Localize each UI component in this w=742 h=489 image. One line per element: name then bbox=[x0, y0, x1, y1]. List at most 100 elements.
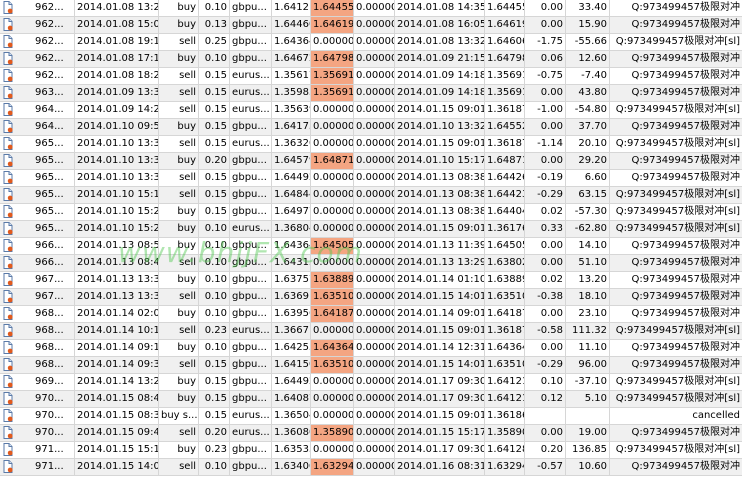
cell-type: buy s... bbox=[159, 408, 199, 424]
cell-symbol: eurus... bbox=[230, 221, 272, 237]
table-row[interactable]: 968... 2014.01.14 09:15 buy 0.10 gbpu... 1.64… bbox=[0, 340, 742, 357]
table-row[interactable]: 971... 2014.01.15 14:04 sell 0.10 gbpu... 1.6… bbox=[0, 459, 742, 476]
table-row[interactable]: 970... 2014.01.15 08:46 buy 0.15 gbpu... 1.64… bbox=[0, 391, 742, 408]
cell-sl: 0.00000 bbox=[311, 374, 354, 390]
cell-profit: -55.66 bbox=[566, 34, 610, 50]
cell-profit: 23.10 bbox=[566, 306, 610, 322]
cell-type: buy bbox=[159, 204, 199, 220]
cell-tp: 0.00000 bbox=[354, 255, 395, 271]
table-row[interactable]: 970... 2014.01.15 09:42 sell 0.20 eurus... 1.… bbox=[0, 425, 742, 442]
cell-size: 0.10 bbox=[199, 306, 230, 322]
table-row[interactable]: 969... 2014.01.14 13:22 buy 0.15 gbpu... 1.64… bbox=[0, 374, 742, 391]
document-icon bbox=[0, 459, 15, 475]
cell-size: 0.25 bbox=[199, 34, 230, 50]
cell-symbol: gbpu... bbox=[230, 374, 272, 390]
cell-profit: 111.32 bbox=[566, 323, 610, 339]
cell-close-price: 1.64455 bbox=[485, 0, 525, 16]
document-icon bbox=[0, 374, 15, 390]
table-row[interactable]: 965... 2014.01.10 13:32 sell 0.15 eurus... 1.… bbox=[0, 136, 742, 153]
cell-sl: 1.64798 bbox=[311, 51, 354, 67]
document-icon bbox=[0, 408, 15, 424]
cell-symbol: gbpu... bbox=[230, 238, 272, 254]
table-row[interactable]: 968... 2014.01.14 09:30 sell 0.15 gbpu... 1.6… bbox=[0, 357, 742, 374]
cell-open-time: 2014.01.15 08:35 bbox=[75, 408, 159, 424]
table-row[interactable]: 962... 2014.01.08 13:23 buy 0.10 gbpu... 1.64… bbox=[0, 0, 742, 17]
cell-commission: 0.00 bbox=[525, 119, 566, 135]
table-row[interactable]: 962... 2014.01.08 18:20 sell 0.15 eurus... 1.… bbox=[0, 68, 742, 85]
cell-type: sell bbox=[159, 459, 199, 475]
table-row[interactable]: 966... 2014.01.13 08:58 buy 0.10 gbpu... 1.64… bbox=[0, 238, 742, 255]
table-row[interactable]: 967... 2014.01.13 13:30 sell 0.10 gbpu... 1.6… bbox=[0, 289, 742, 306]
cell-size: 0.10 bbox=[199, 221, 230, 237]
cell-close-time: 2014.01.16 08:31 bbox=[395, 459, 485, 475]
cell-ticket: 966... bbox=[15, 255, 75, 271]
table-row[interactable]: 963... 2014.01.09 13:35 sell 0.15 eurus... 1.… bbox=[0, 85, 742, 102]
table-row[interactable]: 965... 2014.01.10 15:18 sell 0.15 gbpu... 1.6… bbox=[0, 187, 742, 204]
table-row[interactable]: 965... 2014.01.10 15:25 buy 0.15 gbpu... 1.64… bbox=[0, 204, 742, 221]
table-row[interactable]: 965... 2014.01.10 13:33 sell 0.15 gbpu... 1.6… bbox=[0, 170, 742, 187]
cell-size: 0.15 bbox=[199, 85, 230, 101]
table-row[interactable]: 970... 2014.01.15 08:35 buy s... 0.15 eurus.… bbox=[0, 408, 742, 425]
document-icon bbox=[0, 68, 15, 84]
table-row[interactable]: 968... 2014.01.14 02:00 buy 0.10 gbpu... 1.63… bbox=[0, 306, 742, 323]
cell-price: 1.63956 bbox=[272, 306, 311, 322]
cell-profit: 51.10 bbox=[566, 255, 610, 271]
cell-profit: 14.10 bbox=[566, 238, 610, 254]
document-icon bbox=[0, 17, 15, 33]
cell-sl: 0.00000 bbox=[311, 221, 354, 237]
cell-sl: 0.00000 bbox=[311, 119, 354, 135]
cell-size: 0.15 bbox=[199, 357, 230, 373]
cell-sl: 1.63510 bbox=[311, 357, 354, 373]
cell-profit: 18.10 bbox=[566, 289, 610, 305]
cell-profit: -62.80 bbox=[566, 221, 610, 237]
cell-comment: Q:973499457极限对冲[sl] bbox=[615, 189, 740, 200]
cell-price: 1.64977 bbox=[272, 204, 311, 220]
table-row[interactable]: 962... 2014.01.08 19:19 sell 0.25 gbpu... 1.6… bbox=[0, 34, 742, 51]
cell-comment: Q:973499457极限对冲 bbox=[631, 19, 740, 30]
table-row[interactable]: 964... 2014.01.09 14:27 sell 0.15 eurus... 1.… bbox=[0, 102, 742, 119]
table-row[interactable]: 964... 2014.01.10 09:57 buy 0.15 gbpu... 1.64… bbox=[0, 119, 742, 136]
cell-comment: Q:973499457极限对冲 bbox=[631, 461, 740, 472]
cell-price: 1.64175 bbox=[272, 119, 311, 135]
cell-close-price: 1.64121 bbox=[485, 374, 525, 390]
cell-commission: -0.29 bbox=[525, 357, 566, 373]
cell-open-time: 2014.01.10 13:33 bbox=[75, 170, 159, 186]
cell-sl: 1.64871 bbox=[311, 153, 354, 169]
document-icon bbox=[0, 170, 15, 186]
table-row[interactable]: 971... 2014.01.15 15:18 buy 0.23 gbpu... 1.63… bbox=[0, 442, 742, 459]
cell-sl: 0.00000 bbox=[311, 255, 354, 271]
cell-comment: Q:973499457极限对冲[sl] bbox=[615, 138, 740, 149]
cell-profit bbox=[566, 408, 610, 424]
cell-open-time: 2014.01.15 14:04 bbox=[75, 459, 159, 475]
table-row[interactable]: 962... 2014.01.08 17:10 buy 0.10 gbpu... 1.64… bbox=[0, 51, 742, 68]
cell-open-time: 2014.01.14 13:22 bbox=[75, 374, 159, 390]
cell-ticket: 968... bbox=[15, 357, 75, 373]
cell-type: buy bbox=[159, 0, 199, 16]
cell-sl: 1.64505 bbox=[311, 238, 354, 254]
cell-tp: 0.00000 bbox=[354, 323, 395, 339]
cell-close-time: 2014.01.15 14:01 bbox=[395, 357, 485, 373]
cell-commission: -0.57 bbox=[525, 459, 566, 475]
cell-comment: Q:973499457极限对冲[sl] bbox=[615, 444, 740, 455]
cell-comment: Q:973499457极限对冲[sl] bbox=[615, 104, 740, 115]
table-row[interactable]: 967... 2014.01.13 13:38 buy 0.10 gbpu... 1.63… bbox=[0, 272, 742, 289]
cell-open-time: 2014.01.10 09:57 bbox=[75, 119, 159, 135]
cell-open-time: 2014.01.10 15:18 bbox=[75, 187, 159, 203]
cell-ticket: 970... bbox=[15, 391, 75, 407]
table-row[interactable]: 966... 2014.01.13 08:45 sell 0.10 gbpu... 1.6… bbox=[0, 255, 742, 272]
cell-commission: 0.06 bbox=[525, 51, 566, 67]
cell-type: sell bbox=[159, 102, 199, 118]
cell-commission: 0.00 bbox=[525, 340, 566, 356]
table-row[interactable]: 965... 2014.01.10 13:34 buy 0.20 gbpu... 1.64… bbox=[0, 153, 742, 170]
cell-sl: 1.63889 bbox=[311, 272, 354, 288]
cell-profit: 15.90 bbox=[566, 17, 610, 33]
cell-size: 0.10 bbox=[199, 51, 230, 67]
table-row[interactable]: 965... 2014.01.10 15:25 buy 0.10 eurus... 1.3… bbox=[0, 221, 742, 238]
table-row[interactable]: 968... 2014.01.14 10:16 sell 0.23 eurus... 1.… bbox=[0, 323, 742, 340]
table-row[interactable]: 962... 2014.01.08 15:00 buy 0.13 gbpu... 1.64… bbox=[0, 17, 742, 34]
cell-profit: 10.60 bbox=[566, 459, 610, 475]
cell-comment: Q:973499457极限对冲 bbox=[631, 359, 740, 370]
cell-close-time: 2014.01.15 15:17 bbox=[395, 425, 485, 441]
cell-close-price: 1.64871 bbox=[485, 153, 525, 169]
cell-profit: 6.60 bbox=[566, 170, 610, 186]
